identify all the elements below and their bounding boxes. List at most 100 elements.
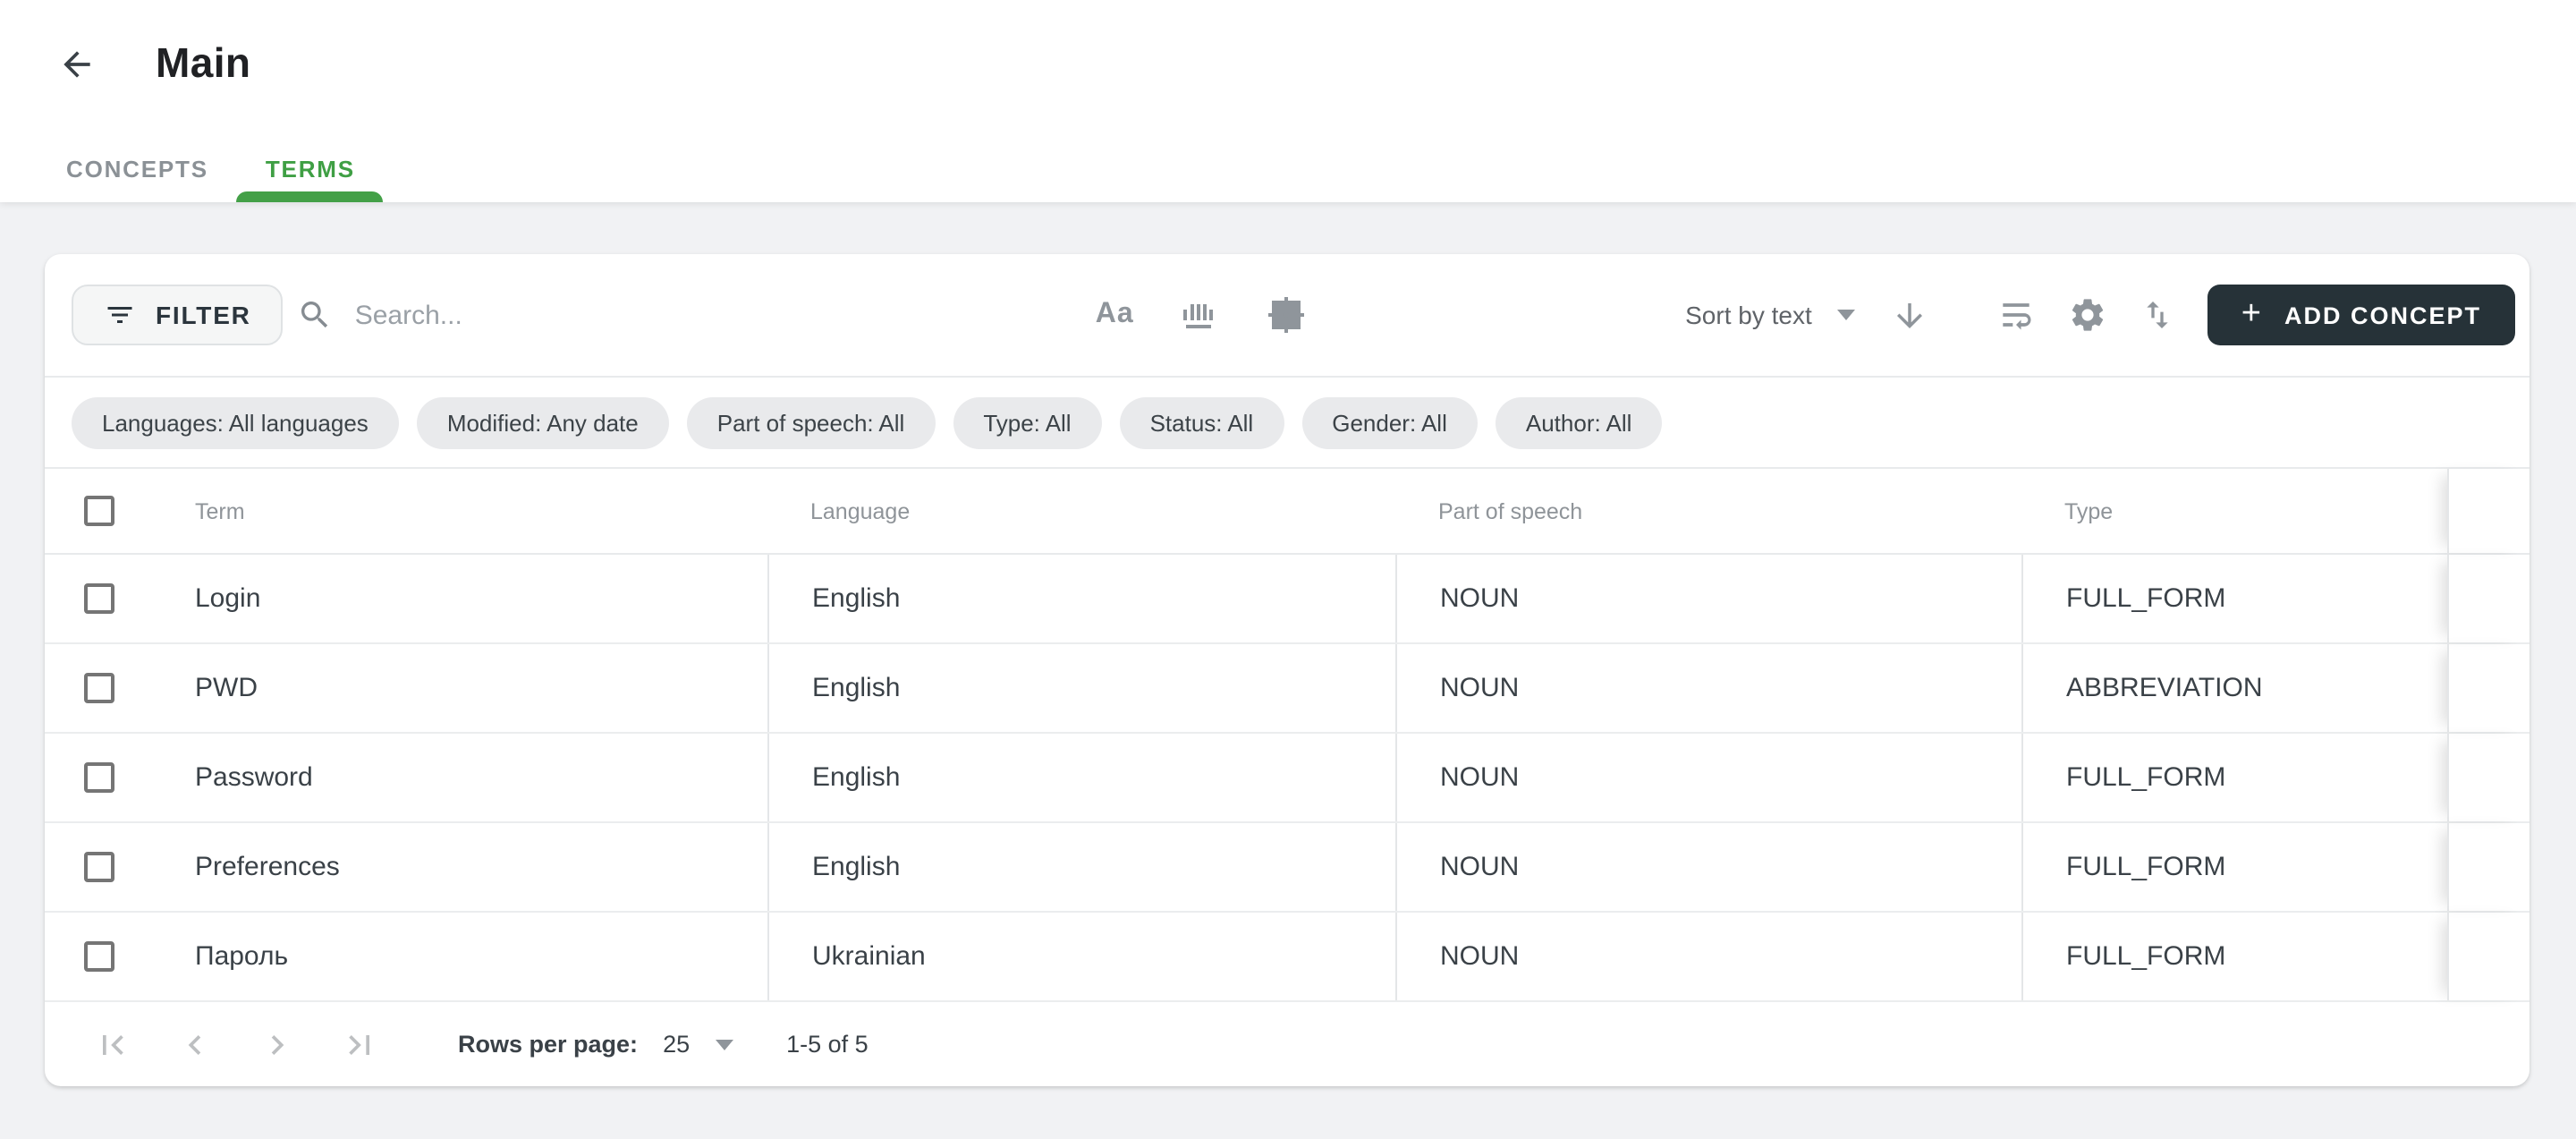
search-options: Aa	[1096, 295, 1306, 335]
pinned-column-sliver	[2447, 734, 2529, 821]
plus-icon: +	[2241, 296, 2263, 330]
sort-arrow-down-icon	[1891, 296, 1928, 334]
toolbar-right: Sort by text	[1685, 285, 2515, 345]
swap-vertical-icon	[2140, 297, 2175, 333]
column-header-term: Term	[152, 469, 767, 553]
table-header-row: Term Language Part of speech Type	[45, 469, 2529, 555]
column-header-part-of-speech: Part of speech	[1395, 469, 2021, 553]
cell-language: English	[767, 555, 1395, 642]
next-page-button[interactable]	[258, 1024, 297, 1064]
cell-part-of-speech: NOUN	[1395, 734, 2021, 821]
pinned-column-sliver	[2447, 469, 2529, 553]
last-page-button[interactable]	[340, 1024, 379, 1064]
add-concept-button[interactable]: + ADD CONCEPT	[2207, 285, 2515, 345]
row-checkbox-cell	[45, 555, 152, 642]
row-checkbox[interactable]	[84, 941, 114, 972]
sort-by-select[interactable]: Sort by text	[1685, 301, 1855, 329]
cell-type: FULL_FORM	[2021, 734, 2447, 821]
search-box	[298, 297, 945, 333]
chevron-down-icon	[1837, 310, 1855, 320]
match-selection-icon	[1267, 295, 1306, 335]
chip-part-of-speech[interactable]: Part of speech: All	[687, 396, 936, 448]
cell-term: Пароль	[152, 913, 767, 1000]
search-input[interactable]	[355, 300, 945, 330]
chip-status[interactable]: Status: All	[1120, 396, 1284, 448]
table-row[interactable]: PWD English NOUN ABBREVIATION	[45, 644, 2529, 734]
pagination: Rows per page: 25 1-5 of 5	[45, 1002, 2529, 1086]
cell-term: PWD	[152, 644, 767, 732]
rows-per-page-select[interactable]: 25	[663, 1031, 733, 1058]
row-checkbox[interactable]	[84, 762, 114, 793]
select-all-checkbox[interactable]	[84, 496, 114, 526]
previous-page-button[interactable]	[175, 1024, 215, 1064]
chevron-right-icon	[258, 1024, 297, 1064]
cell-term: Preferences	[152, 823, 767, 911]
cell-part-of-speech: NOUN	[1395, 823, 2021, 911]
toolbar: FILTER Aa	[45, 254, 2529, 378]
first-page-button[interactable]	[93, 1024, 132, 1064]
cell-part-of-speech: NOUN	[1395, 644, 2021, 732]
filter-button[interactable]: FILTER	[72, 285, 284, 345]
sort-direction-button[interactable]	[1891, 296, 1928, 334]
tab-concepts[interactable]: CONCEPTS	[38, 134, 237, 202]
whole-word-button[interactable]	[1181, 297, 1220, 333]
sort-by-label: Sort by text	[1685, 301, 1812, 329]
match-selection-button[interactable]	[1267, 295, 1306, 335]
last-page-icon	[340, 1024, 379, 1064]
back-button[interactable]	[55, 42, 98, 85]
cell-language: English	[767, 734, 1395, 821]
chip-modified[interactable]: Modified: Any date	[417, 396, 669, 448]
table-row[interactable]: Preferences English NOUN FULL_FORM	[45, 823, 2529, 913]
chip-author[interactable]: Author: All	[1496, 396, 1663, 448]
pinned-column-sliver	[2447, 555, 2529, 642]
chip-type[interactable]: Type: All	[953, 396, 1101, 448]
pinned-column-sliver	[2447, 644, 2529, 732]
chevron-down-icon	[715, 1039, 733, 1050]
row-checkbox[interactable]	[84, 673, 114, 703]
table-row[interactable]: Login English NOUN FULL_FORM	[45, 555, 2529, 644]
row-checkbox[interactable]	[84, 852, 114, 882]
active-tab-indicator	[237, 191, 384, 202]
filter-icon	[104, 299, 136, 331]
row-checkbox-cell	[45, 823, 152, 911]
tab-concepts-label: CONCEPTS	[66, 155, 208, 182]
cell-type: FULL_FORM	[2021, 913, 2447, 1000]
tab-bar: CONCEPTS TERMS	[38, 134, 384, 202]
pagination-range: 1-5 of 5	[786, 1031, 869, 1058]
title-row: Main	[0, 0, 2576, 88]
table-row[interactable]: Пароль Ukrainian NOUN FULL_FORM	[45, 913, 2529, 1002]
row-checkbox[interactable]	[84, 583, 114, 614]
row-checkbox-cell	[45, 644, 152, 732]
terms-card: FILTER Aa	[45, 254, 2529, 1086]
pinned-column-sliver	[2447, 823, 2529, 911]
wrap-text-icon	[1996, 295, 2036, 335]
chevron-left-icon	[175, 1024, 215, 1064]
cell-part-of-speech: NOUN	[1395, 555, 2021, 642]
row-checkbox-cell	[45, 913, 152, 1000]
search-icon	[298, 297, 334, 333]
match-case-icon: Aa	[1096, 299, 1134, 331]
swap-vertical-button[interactable]	[2140, 297, 2175, 333]
filter-button-label: FILTER	[156, 301, 251, 329]
cell-part-of-speech: NOUN	[1395, 913, 2021, 1000]
app-window: Main CONCEPTS TERMS FILTER	[0, 0, 2576, 1139]
content-area: FILTER Aa	[0, 202, 2576, 1086]
cell-term: Password	[152, 734, 767, 821]
cell-type: ABBREVIATION	[2021, 644, 2447, 732]
wrap-text-button[interactable]	[1996, 295, 2036, 335]
tab-terms-label: TERMS	[266, 155, 355, 182]
arrow-left-icon	[57, 44, 97, 83]
chip-languages[interactable]: Languages: All languages	[72, 396, 399, 448]
table-row[interactable]: Password English NOUN FULL_FORM	[45, 734, 2529, 823]
column-header-language: Language	[767, 469, 1395, 553]
cell-language: Ukrainian	[767, 913, 1395, 1000]
column-header-type: Type	[2021, 469, 2447, 553]
match-case-button[interactable]: Aa	[1096, 299, 1134, 331]
settings-button[interactable]	[2068, 295, 2107, 335]
row-checkbox-cell	[45, 734, 152, 821]
chip-gender[interactable]: Gender: All	[1301, 396, 1478, 448]
page-header: Main CONCEPTS TERMS	[0, 0, 2576, 202]
rows-per-page-value: 25	[663, 1031, 690, 1058]
terms-table: Term Language Part of speech Type Login …	[45, 469, 2529, 1002]
tab-terms[interactable]: TERMS	[237, 134, 384, 202]
